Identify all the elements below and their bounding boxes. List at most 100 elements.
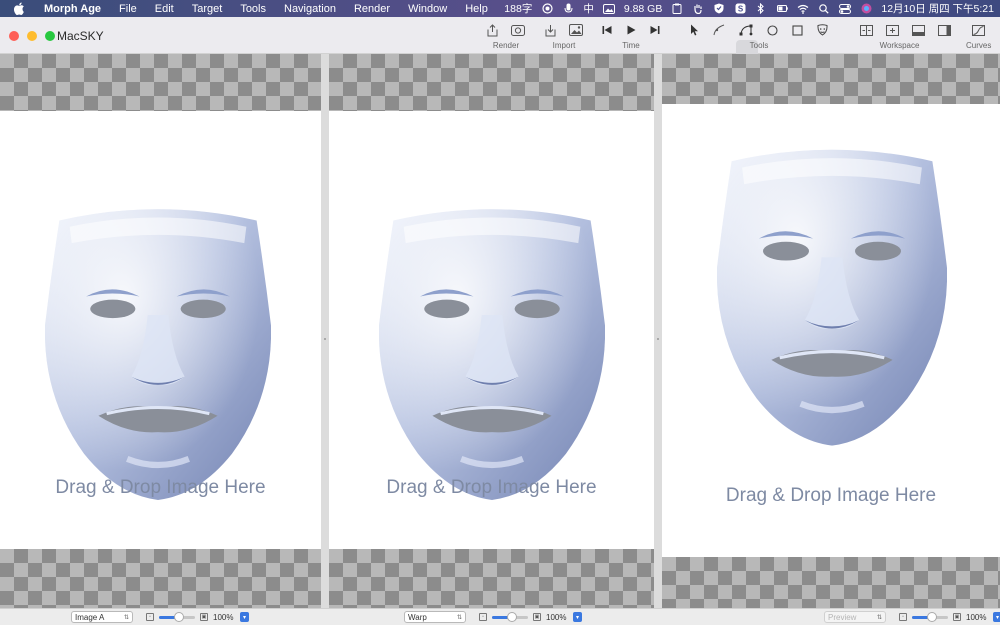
skip-back-icon[interactable] <box>602 25 612 35</box>
minimize-window-button[interactable] <box>27 31 37 41</box>
menu-render[interactable]: Render <box>354 3 390 15</box>
updown-arrow-icon: ⇅ <box>123 614 129 621</box>
transparency-checkerboard-bottom <box>0 549 321 608</box>
render-label: Render <box>492 41 520 50</box>
status-area: 188字 中 9.88 GB S 12月10日 周四 下午5:21 <box>504 0 994 17</box>
workspace-split-icon[interactable] <box>860 24 873 36</box>
import-image-icon[interactable] <box>569 24 583 36</box>
input-method[interactable]: 中 <box>583 1 594 16</box>
zoom-in-icon[interactable]: ▣ <box>200 613 208 621</box>
drop-hint-text: Drag & Drop Image Here <box>55 477 266 498</box>
menu-help[interactable]: Help <box>465 3 488 15</box>
image-b-drop-area[interactable]: Drag & Drop Image Here <box>662 104 1000 557</box>
warp-panel[interactable]: Drag & Drop Image Here <box>329 54 654 608</box>
pointer-icon[interactable] <box>690 24 699 36</box>
battery-icon[interactable] <box>776 3 788 14</box>
menu-target[interactable]: Target <box>192 3 223 15</box>
menu-edit[interactable]: Edit <box>155 3 174 15</box>
preview-selector[interactable]: Preview ⇅ <box>824 611 886 623</box>
drop-hint-text: Drag & Drop Image Here <box>725 485 937 506</box>
ellipse-tool-icon[interactable] <box>767 24 778 36</box>
menu-window[interactable]: Window <box>408 3 447 15</box>
workspace-single-icon[interactable] <box>886 24 899 36</box>
warp-drop-area[interactable]: Drag & Drop Image Here <box>329 111 654 549</box>
menu-bar: Morph Age File Edit Target Tools Navigat… <box>0 0 1000 17</box>
zoom-slider[interactable] <box>492 611 528 622</box>
s-app-icon[interactable]: S <box>734 3 746 14</box>
pen-curve-icon[interactable] <box>713 24 725 36</box>
curves-group: Curves <box>966 22 991 50</box>
menu-tools[interactable]: Tools <box>240 3 266 15</box>
zoom-out-icon[interactable]: ▫ <box>479 613 487 621</box>
import-file-icon[interactable] <box>545 24 556 37</box>
svg-text:S: S <box>738 5 744 14</box>
wifi-icon[interactable] <box>797 3 809 14</box>
curves-icon[interactable] <box>972 24 986 36</box>
shield-icon[interactable] <box>713 3 725 14</box>
play-icon[interactable] <box>626 25 636 35</box>
apple-logo-icon[interactable] <box>12 2 26 16</box>
tools-group: Tools <box>690 22 828 50</box>
menu-morph-age[interactable]: Morph Age <box>44 3 101 15</box>
image-a-panel[interactable]: Drag & Drop Image Here <box>0 54 321 608</box>
zoom-out-icon[interactable]: ▫ <box>899 613 907 621</box>
workspace-label: Workspace <box>879 41 920 50</box>
word-count[interactable]: 188字 <box>504 1 532 16</box>
menu-file[interactable]: File <box>119 3 137 15</box>
zoom-window-button[interactable] <box>45 31 55 41</box>
time-group: Time <box>602 22 660 50</box>
transparency-checkerboard-top <box>662 54 1000 104</box>
curves-label: Curves <box>966 41 992 50</box>
placeholder-mask-icon <box>717 140 947 448</box>
memory-usage[interactable]: 9.88 GB <box>624 3 663 15</box>
render-snapshot-icon[interactable] <box>511 24 525 36</box>
import-group: Import <box>545 22 583 50</box>
rectangle-tool-icon[interactable] <box>792 24 803 36</box>
zoom-slider[interactable] <box>159 611 195 622</box>
search-icon[interactable] <box>818 3 830 14</box>
close-window-button[interactable] <box>9 31 19 41</box>
hand-icon[interactable] <box>692 3 704 14</box>
image-b-panel[interactable]: Drag & Drop Image Here <box>662 54 1000 608</box>
bluetooth-icon[interactable] <box>755 3 767 14</box>
window-title: MacSKY <box>57 29 104 43</box>
bezier-tool-icon[interactable] <box>739 24 753 36</box>
image-a-controls: Image A ⇅ ▫ ▣ 100% ▾ <box>71 611 249 623</box>
siri-icon[interactable] <box>860 3 872 14</box>
workspace-group: Workspace <box>860 22 951 50</box>
menu-navigation[interactable]: Navigation <box>284 3 336 15</box>
workspace-sidebar-icon[interactable] <box>938 24 951 36</box>
time-label: Time <box>622 41 640 50</box>
zoom-value: 100% <box>966 612 987 622</box>
placeholder-mask-icon <box>379 202 605 500</box>
microphone-icon[interactable] <box>562 3 574 14</box>
import-label: Import <box>552 41 576 50</box>
zoom-slider[interactable] <box>912 611 948 622</box>
clipboard-icon[interactable] <box>671 3 683 14</box>
zoom-in-icon[interactable]: ▣ <box>533 613 541 621</box>
split-divider-left[interactable] <box>321 54 329 608</box>
face-mask-tool-icon[interactable] <box>817 24 828 36</box>
zoom-out-icon[interactable]: ▫ <box>146 613 154 621</box>
image-a-drop-area[interactable]: Drag & Drop Image Here <box>0 111 321 549</box>
window-titlebar: MacSKY Render Import Time Tools Workspac… <box>0 17 1000 58</box>
datetime[interactable]: 12月10日 周四 下午5:21 <box>881 1 994 16</box>
zoom-stepper[interactable]: ▾ <box>573 612 582 622</box>
workspace-bottom-panel-icon[interactable] <box>912 24 925 36</box>
zoom-in-icon[interactable]: ▣ <box>953 613 961 621</box>
bottom-status-bar: Image A ⇅ ▫ ▣ 100% ▾ Warp ⇅ ▫ ▣ 100% ▾ Pre… <box>0 608 1000 625</box>
photo-icon[interactable] <box>602 3 615 14</box>
split-divider-right[interactable] <box>654 54 662 608</box>
record-icon[interactable] <box>541 3 553 14</box>
warp-selector[interactable]: Warp ⇅ <box>404 611 466 623</box>
updown-arrow-icon: ⇅ <box>876 614 882 621</box>
zoom-stepper[interactable]: ▾ <box>240 612 249 622</box>
zoom-stepper[interactable]: ▾ <box>993 612 1000 622</box>
share-icon[interactable] <box>487 23 498 37</box>
image-a-selector[interactable]: Image A ⇅ <box>71 611 133 623</box>
skip-forward-icon[interactable] <box>650 25 660 35</box>
zoom-value: 100% <box>546 612 567 622</box>
transparency-checkerboard-bottom <box>329 549 654 608</box>
placeholder-mask-icon <box>45 202 271 500</box>
control-center-icon[interactable] <box>839 3 852 14</box>
